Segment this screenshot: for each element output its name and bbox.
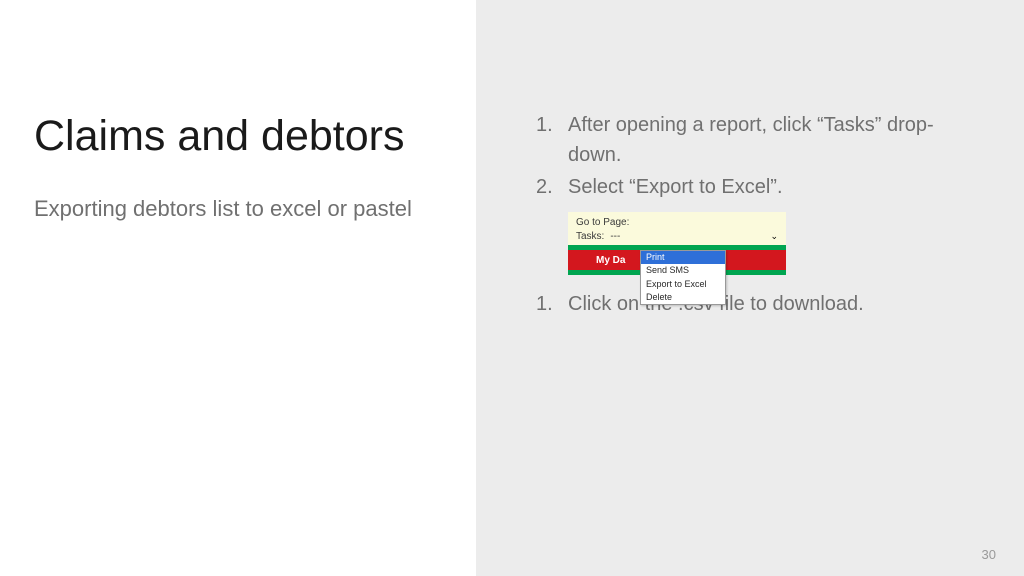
- slide-title: Claims and debtors: [34, 110, 436, 164]
- chevron-down-icon[interactable]: ⌄: [770, 231, 778, 242]
- tasks-select-value[interactable]: ---: [610, 231, 620, 242]
- instruction-list-2: Click on the .csv file to download.: [536, 289, 984, 319]
- tasks-label: Tasks:: [576, 231, 604, 242]
- my-dashboard-label: My Da: [568, 255, 625, 266]
- instruction-step: Click on the .csv file to download.: [536, 289, 984, 319]
- instruction-step: Select “Export to Excel”.: [536, 172, 984, 202]
- tasks-row: Tasks: --- ⌄: [576, 231, 778, 242]
- dropdown-option-export-excel[interactable]: Export to Excel: [641, 278, 725, 291]
- instruction-list-1: After opening a report, click “Tasks” dr…: [536, 110, 984, 202]
- tasks-dropdown: Print Send SMS Export to Excel Delete: [640, 250, 726, 305]
- page-number: 30: [982, 547, 996, 562]
- slide-subtitle: Exporting debtors list to excel or paste…: [34, 194, 436, 224]
- embedded-app-screenshot: Go to Page: Tasks: --- ⌄ Print Send SMS …: [568, 212, 786, 275]
- dropdown-option-send-sms[interactable]: Send SMS: [641, 264, 725, 277]
- right-panel: After opening a report, click “Tasks” dr…: [476, 0, 1024, 576]
- embedded-wrap: Go to Page: Tasks: --- ⌄ Print Send SMS …: [568, 212, 786, 275]
- left-panel: Claims and debtors Exporting debtors lis…: [0, 0, 476, 576]
- embedded-header: Go to Page: Tasks: --- ⌄: [568, 212, 786, 245]
- instruction-step: After opening a report, click “Tasks” dr…: [536, 110, 984, 170]
- dropdown-option-print[interactable]: Print: [641, 251, 725, 264]
- go-to-page-label: Go to Page:: [576, 217, 778, 228]
- dropdown-option-delete[interactable]: Delete: [641, 291, 725, 304]
